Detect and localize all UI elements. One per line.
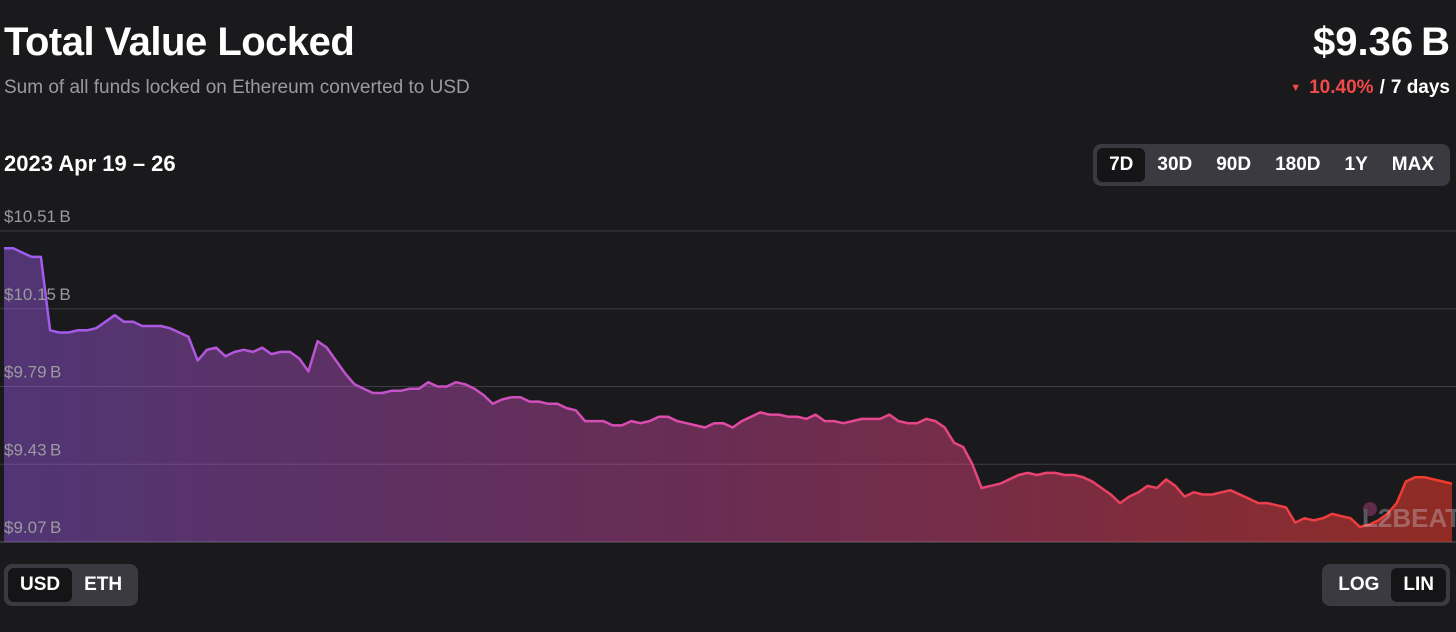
- page-subtitle: Sum of all funds locked on Ethereum conv…: [4, 77, 470, 98]
- y-tick-label: $9.79 B: [4, 363, 61, 382]
- range-button-180d[interactable]: 180D: [1263, 148, 1332, 182]
- tvl-area: [4, 248, 1452, 543]
- range-button-90d[interactable]: 90D: [1204, 148, 1263, 182]
- change-separator: /: [1379, 77, 1385, 98]
- y-tick-label: $9.07 B: [4, 518, 61, 537]
- triangle-down-icon: ▼: [1290, 82, 1302, 94]
- range-button-max[interactable]: MAX: [1380, 148, 1446, 182]
- scale-button-lin[interactable]: LIN: [1391, 568, 1446, 602]
- unit-button-usd[interactable]: USD: [8, 568, 73, 602]
- tvl-chart: $10.51 B $10.15 B $9.79 B $9.43 B $9.07 B L2…: [0, 207, 1456, 543]
- y-tick-label: $9.43 B: [4, 440, 61, 459]
- change-percent: 10.40%: [1309, 77, 1374, 98]
- scale-button-log[interactable]: LOG: [1326, 568, 1391, 602]
- l2beat-watermark: L2BEAT: [1362, 502, 1456, 533]
- range-button-1y[interactable]: 1Y: [1333, 148, 1380, 182]
- change-period: 7 days: [1390, 77, 1450, 98]
- page-title: Total Value Locked: [4, 20, 355, 64]
- range-button-30d[interactable]: 30D: [1145, 148, 1204, 182]
- tvl-value: $9.36 B: [1313, 20, 1450, 64]
- watermark-text: L2BEAT: [1362, 503, 1456, 533]
- range-button-7d[interactable]: 7D: [1097, 148, 1146, 182]
- y-tick-label: $10.15 B: [4, 285, 71, 304]
- unit-toggle: USD ETH: [4, 564, 139, 606]
- y-tick-label: $10.51 B: [4, 207, 71, 226]
- tvl-change: ▼ 10.40% / 7 days: [1290, 76, 1450, 100]
- unit-button-eth[interactable]: ETH: [72, 568, 134, 602]
- time-range-selector: 7D 30D 90D 180D 1Y MAX: [1093, 144, 1450, 186]
- scale-toggle: LOG LIN: [1322, 564, 1450, 606]
- date-range-label: 2023 Apr 19 – 26: [4, 151, 176, 176]
